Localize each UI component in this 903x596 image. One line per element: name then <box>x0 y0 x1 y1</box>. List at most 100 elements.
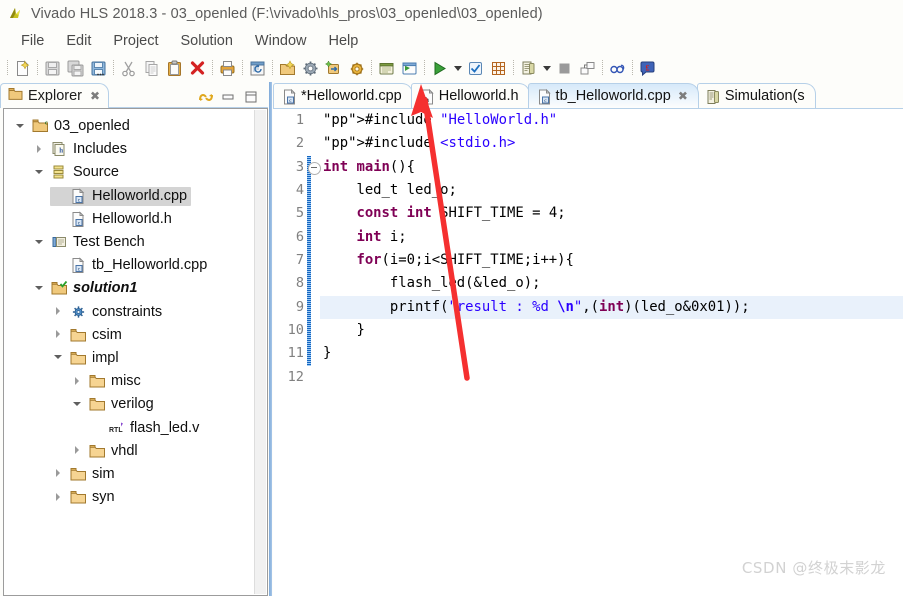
menu-solution[interactable]: Solution <box>170 31 244 52</box>
menu-file[interactable]: File <box>10 31 55 52</box>
chevron-down-icon[interactable] <box>33 166 46 179</box>
chevron-down-icon[interactable] <box>14 120 27 133</box>
minimize-view-icon[interactable] <box>221 90 237 105</box>
editor-tab-tb-helloworld-cpp[interactable]: c tb_Helloworld.cpp ✖ <box>527 83 699 108</box>
export-rtl-icon[interactable] <box>398 57 421 79</box>
chevron-right-icon[interactable] <box>52 491 65 504</box>
save-as-icon[interactable] <box>87 57 110 79</box>
main-toolbar: £ <box>0 54 903 83</box>
csdn-watermark: CSDN @终极末影龙 <box>741 559 886 577</box>
copy-icon[interactable] <box>140 57 163 79</box>
link-with-editor-icon[interactable] <box>198 90 214 105</box>
code-line[interactable]: int i; <box>320 226 903 249</box>
tree-item-content: constraints <box>50 303 166 322</box>
tree-item-misc[interactable]: misc <box>4 370 267 393</box>
cut-icon[interactable] <box>117 57 140 79</box>
explorer-scrollbar[interactable] <box>254 110 266 594</box>
tree-item-includes[interactable]: h Includes <box>4 138 267 161</box>
chevron-right-icon[interactable] <box>71 444 84 457</box>
svg-text:RTL: RTL <box>109 427 123 434</box>
toolbar-separator <box>510 59 517 77</box>
perspective-dropdown-caret-icon[interactable] <box>540 58 553 78</box>
chevron-right-icon[interactable] <box>33 143 46 156</box>
menu-window[interactable]: Window <box>244 31 318 52</box>
editor-tab--helloworld-cpp[interactable]: c *Helloworld.cpp <box>273 83 413 108</box>
tree-item-flash-led-v[interactable]: RTL flash_led.v <box>4 416 267 439</box>
glasses-inspect-icon[interactable] <box>606 57 629 79</box>
open-analysis-icon[interactable] <box>517 57 540 79</box>
code-editor[interactable]: 1 2 3 4 5 6 7 8 9 10 11 12 "pp">#include "HelloWorl… <box>273 108 903 596</box>
tree-item-test-bench[interactable]: Test Bench <box>4 231 267 254</box>
menu-help[interactable]: Help <box>318 31 370 52</box>
compare-icon[interactable] <box>576 57 599 79</box>
chevron-down-icon[interactable] <box>71 398 84 411</box>
save-icon[interactable] <box>41 57 64 79</box>
code-line[interactable]: } <box>320 319 903 342</box>
tree-item-label: syn <box>92 489 115 506</box>
tree-item-tb-helloworld-cpp[interactable]: c tb_Helloworld.cpp <box>4 254 267 277</box>
chevron-down-icon[interactable] <box>52 351 65 364</box>
code-line[interactable]: flash_led(&led_o); <box>320 272 903 295</box>
tree-item-csim[interactable]: csim <box>4 324 267 347</box>
line-number: 2 <box>295 135 304 152</box>
chevron-right-icon[interactable] <box>71 375 84 388</box>
includes-icon: h <box>51 141 68 157</box>
tree-item-verilog[interactable]: verilog <box>4 393 267 416</box>
tree-item-03-openled[interactable]: c 03_openled <box>4 115 267 138</box>
tree-item-sim[interactable]: sim <box>4 463 267 486</box>
tree-item-helloworld-cpp[interactable]: c Helloworld.cpp <box>4 185 267 208</box>
explorer-tab-label: Explorer <box>28 88 82 104</box>
vivado-hls-window: Vivado HLS 2018.3 - 03_openled (F:\vivad… <box>0 0 903 596</box>
open-report-icon[interactable] <box>375 57 398 79</box>
print-icon[interactable] <box>216 57 239 79</box>
solution-settings-icon[interactable] <box>345 57 368 79</box>
tree-item-impl[interactable]: impl <box>4 347 267 370</box>
editor-tab-helloworld-h[interactable]: h Helloworld.h <box>410 83 530 108</box>
line-number: 12 <box>287 368 304 385</box>
code-line[interactable]: "pp">#include <stdio.h> <box>320 132 903 155</box>
pound-annotation-icon[interactable]: £ <box>636 57 659 79</box>
folding-gutter[interactable] <box>307 109 321 596</box>
stop-icon[interactable] <box>553 57 576 79</box>
code-line[interactable]: printf("result : %d \n",(int)(led_o&0x01… <box>320 295 903 320</box>
menu-edit[interactable]: Edit <box>55 31 102 52</box>
chevron-right-icon[interactable] <box>52 305 65 318</box>
close-icon[interactable]: ✖ <box>90 89 100 103</box>
run-cosim-grid-icon[interactable] <box>487 57 510 79</box>
code-line[interactable]: led_t led_o; <box>320 179 903 202</box>
refresh-project-icon[interactable] <box>246 57 269 79</box>
code-text[interactable]: "pp">#include "HelloWorld.h" "pp">#includ… <box>320 109 903 596</box>
code-line[interactable]: for(i=0;i<SHIFT_TIME;i++){ <box>320 249 903 272</box>
code-line[interactable]: } <box>320 342 903 365</box>
code-line[interactable]: const int SHIFT_TIME = 4; <box>320 202 903 225</box>
tree-item-source[interactable]: Source <box>4 161 267 184</box>
code-line[interactable]: int main(){ <box>320 156 903 179</box>
editor-tab-simulation-s[interactable]: Simulation(s <box>696 83 816 108</box>
menu-project[interactable]: Project <box>102 31 169 52</box>
code-line[interactable] <box>320 366 903 389</box>
folder-icon <box>89 443 106 459</box>
new-solution-icon[interactable] <box>276 57 299 79</box>
tree-item-helloworld-h[interactable]: c Helloworld.h <box>4 208 267 231</box>
tree-item-vhdl[interactable]: vhdl <box>4 440 267 463</box>
chevron-right-icon[interactable] <box>52 328 65 341</box>
chevron-down-icon[interactable] <box>33 282 46 295</box>
project-settings-gear-icon[interactable] <box>299 57 322 79</box>
chevron-right-icon[interactable] <box>52 467 65 480</box>
tree-item-solution1[interactable]: solution1 <box>4 277 267 300</box>
run-dropdown-caret-icon[interactable] <box>451 58 464 78</box>
tree-item-constraints[interactable]: constraints <box>4 301 267 324</box>
close-icon[interactable]: ✖ <box>678 89 688 103</box>
add-directive-icon[interactable] <box>322 57 345 79</box>
maximize-view-icon[interactable] <box>244 90 260 105</box>
tab-explorer[interactable]: Explorer ✖ <box>0 83 110 108</box>
save-all-icon[interactable] <box>64 57 87 79</box>
run-c-synthesis-icon[interactable] <box>464 57 487 79</box>
chevron-down-icon[interactable] <box>33 236 46 249</box>
delete-icon[interactable] <box>186 57 209 79</box>
paste-icon[interactable] <box>163 57 186 79</box>
run-c-simulation-icon[interactable] <box>428 57 451 79</box>
new-file-icon[interactable] <box>11 57 34 79</box>
code-line[interactable]: "pp">#include "HelloWorld.h" <box>320 109 903 132</box>
tree-item-syn[interactable]: syn <box>4 486 267 509</box>
